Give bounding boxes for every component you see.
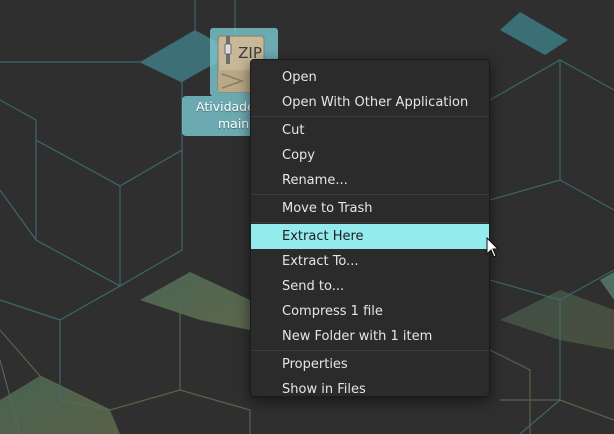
mouse-pointer-icon (486, 237, 500, 258)
menu-item-copy[interactable]: Copy (251, 143, 489, 168)
desktop[interactable]: ZIP Atividade main. Open Open With Other … (0, 0, 614, 434)
menu-item-extract-to[interactable]: Extract To... (251, 249, 489, 274)
menu-item-extract-here[interactable]: Extract Here (251, 224, 489, 249)
menu-item-new-folder-with-1-item[interactable]: New Folder with 1 item (251, 324, 489, 349)
menu-group: Properties Show in Files (251, 351, 489, 403)
menu-item-move-to-trash[interactable]: Move to Trash (251, 196, 489, 221)
menu-item-rename[interactable]: Rename... (251, 168, 489, 193)
menu-group: Open Open With Other Application (251, 64, 489, 117)
menu-item-open-with-other-application[interactable]: Open With Other Application (251, 90, 489, 115)
menu-group: Move to Trash (251, 195, 489, 223)
menu-item-cut[interactable]: Cut (251, 118, 489, 143)
menu-group: Cut Copy Rename... (251, 117, 489, 195)
menu-group: Extract Here Extract To... Send to... Compr… (251, 223, 489, 351)
menu-item-compress-1-file[interactable]: Compress 1 file (251, 299, 489, 324)
menu-item-send-to[interactable]: Send to... (251, 274, 489, 299)
menu-item-open[interactable]: Open (251, 65, 489, 90)
context-menu: Open Open With Other Application Cut Copy Re… (250, 59, 490, 397)
menu-item-properties[interactable]: Properties (251, 352, 489, 377)
menu-item-show-in-files[interactable]: Show in Files (251, 377, 489, 402)
